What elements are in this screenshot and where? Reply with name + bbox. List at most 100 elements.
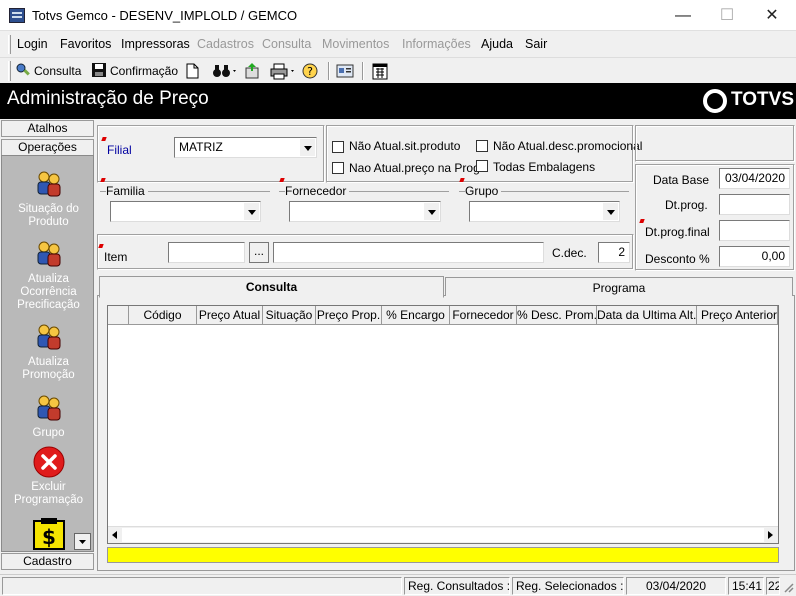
- filial-label: Filial: [107, 143, 132, 157]
- grid-header-preco-anterior[interactable]: Preço Anterior: [697, 306, 778, 325]
- action-atualiza-ocorrencia[interactable]: Atualiza Ocorrência Precificação: [2, 238, 95, 312]
- app-icon: [9, 8, 25, 23]
- data-base-field[interactable]: 03/04/2020: [719, 168, 790, 189]
- action-excluir-programacao-label: Excluir Programação: [13, 481, 84, 506]
- grid-header-preco-prop[interactable]: Preço Prop.: [316, 306, 382, 325]
- menu-informacoes[interactable]: Informações: [402, 37, 471, 51]
- grid-horizontal-scrollbar[interactable]: [108, 526, 778, 543]
- chk-nao-atual-desc[interactable]: [476, 140, 488, 152]
- sidebar-scroll-down-button[interactable]: [74, 533, 91, 550]
- data-base-label: Data Base: [653, 173, 710, 187]
- action-grupo[interactable]: Grupo: [2, 392, 95, 440]
- sidebar-tab-cadastro[interactable]: Cadastro: [1, 553, 94, 570]
- tab-consulta[interactable]: Consulta: [99, 276, 444, 298]
- item-lookup-button[interactable]: ...: [249, 242, 269, 263]
- chk-nao-atual-preco[interactable]: [332, 162, 344, 174]
- toolbar-grip: [8, 61, 11, 81]
- confirmacao-label: Confirmação: [110, 64, 179, 78]
- menu-login[interactable]: Login: [17, 37, 48, 51]
- new-document-icon[interactable]: [186, 63, 199, 79]
- grid-header-desc-prom[interactable]: % Desc. Prom.: [517, 306, 597, 325]
- grid-status-highlight-bar: [107, 547, 779, 563]
- chk-nao-atual-desc-label: Não Atual.desc.promocional: [493, 139, 643, 153]
- grid-header-preco-atual[interactable]: Preço Atual: [197, 306, 263, 325]
- filial-select[interactable]: MATRIZ: [174, 137, 317, 158]
- chk-nao-atual-preco-label: Nao Atual.preço na Progr.: [349, 161, 487, 175]
- menu-favoritos[interactable]: Favoritos: [60, 37, 111, 51]
- minimize-button[interactable]: —: [660, 0, 706, 31]
- familia-label: Familia: [106, 184, 148, 198]
- cdec-label: C.dec.: [552, 246, 587, 260]
- menu-consulta[interactable]: Consulta: [262, 37, 311, 51]
- users-icon: [37, 241, 60, 267]
- printer-icon[interactable]: [270, 62, 300, 80]
- menu-bar: Login Favoritos Impressoras Cadastros Co…: [0, 32, 796, 56]
- cdec-field[interactable]: 2: [598, 242, 630, 263]
- close-button[interactable]: ✕: [749, 0, 795, 31]
- maximize-button[interactable]: ☐: [704, 0, 750, 31]
- svg-text:?: ?: [307, 65, 313, 78]
- export-icon[interactable]: [243, 62, 261, 80]
- toolbar-separator: [328, 62, 330, 80]
- chk-todas-embalagens[interactable]: [476, 160, 488, 172]
- scroll-right-icon[interactable]: [765, 530, 775, 540]
- search-people-icon: [16, 63, 30, 76]
- action-situacao-produto[interactable]: Situação do Produto: [2, 168, 95, 229]
- chevron-down-icon: [423, 203, 439, 220]
- binoculars-icon[interactable]: [212, 63, 238, 79]
- consulta-button[interactable]: Consulta: [15, 61, 81, 81]
- id-card-icon[interactable]: [336, 63, 354, 79]
- confirmacao-button[interactable]: Confirmação: [91, 61, 178, 81]
- tab-programa[interactable]: Programa: [445, 277, 793, 296]
- toolbar: Consulta Confirmação ?: [0, 57, 796, 83]
- sidebar-tab-operacoes[interactable]: Operações: [1, 139, 94, 156]
- chevron-down-icon: [299, 139, 315, 156]
- fornecedor-select[interactable]: [289, 201, 441, 222]
- scroll-left-icon[interactable]: [110, 530, 120, 540]
- chevron-down-icon: [79, 540, 86, 544]
- toolbar-separator: [362, 62, 364, 80]
- grid-header-codigo[interactable]: Código: [129, 306, 197, 325]
- scroll-track[interactable]: [122, 528, 764, 542]
- chk-nao-atual-sit[interactable]: [332, 141, 344, 153]
- grid-header-data-ultima-alt[interactable]: Data da Ultima Alt...: [597, 306, 697, 325]
- desconto-field[interactable]: 0,00: [719, 246, 790, 267]
- grid-header-situacao[interactable]: Situação: [263, 306, 316, 325]
- familia-select[interactable]: [110, 201, 261, 222]
- menu-grip: [8, 35, 11, 54]
- calendar-icon[interactable]: [371, 62, 389, 80]
- grid-header-encargo[interactable]: % Encargo: [382, 306, 450, 325]
- info-panel: [635, 125, 795, 162]
- menu-movimentos[interactable]: Movimentos: [322, 37, 389, 51]
- status-reg-consultados: Reg. Consultados : 0: [404, 577, 510, 595]
- status-date: 03/04/2020: [626, 577, 726, 595]
- resize-grip-icon[interactable]: [782, 581, 794, 593]
- menu-impressoras[interactable]: Impressoras: [121, 37, 190, 51]
- desconto-label: Desconto %: [645, 252, 710, 266]
- grid-header-fornecedor[interactable]: Fornecedor: [450, 306, 517, 325]
- menu-cadastros[interactable]: Cadastros: [197, 37, 254, 51]
- status-extra: 22: [766, 577, 780, 595]
- chevron-down-icon: [243, 203, 259, 220]
- action-excluir-programacao[interactable]: Excluir Programação: [2, 446, 95, 507]
- grupo-select[interactable]: [469, 201, 620, 222]
- dt-prog-label: Dt.prog.: [665, 198, 708, 212]
- sidebar-tab-atalhos[interactable]: Atalhos: [1, 120, 94, 137]
- dt-prog-final-field[interactable]: [719, 220, 790, 241]
- action-grupo-label: Grupo: [32, 427, 65, 439]
- delete-icon: [33, 446, 64, 478]
- menu-sair[interactable]: Sair: [525, 37, 547, 51]
- dt-prog-field[interactable]: [719, 194, 790, 215]
- status-time: 15:41: [728, 577, 764, 595]
- money-icon[interactable]: $: [32, 518, 66, 550]
- action-atualiza-promocao[interactable]: Atualiza Promoção: [2, 321, 95, 382]
- menu-ajuda[interactable]: Ajuda: [481, 37, 513, 51]
- item-description-field[interactable]: [273, 242, 544, 263]
- status-message: [2, 577, 402, 595]
- save-icon: [92, 63, 106, 77]
- chk-todas-embalagens-label: Todas Embalagens: [493, 160, 596, 174]
- results-grid[interactable]: Código Preço Atual Situação Preço Prop. …: [107, 305, 779, 544]
- totvs-logo-icon: [703, 89, 727, 113]
- help-icon[interactable]: ?: [300, 62, 320, 80]
- item-code-field[interactable]: [168, 242, 245, 263]
